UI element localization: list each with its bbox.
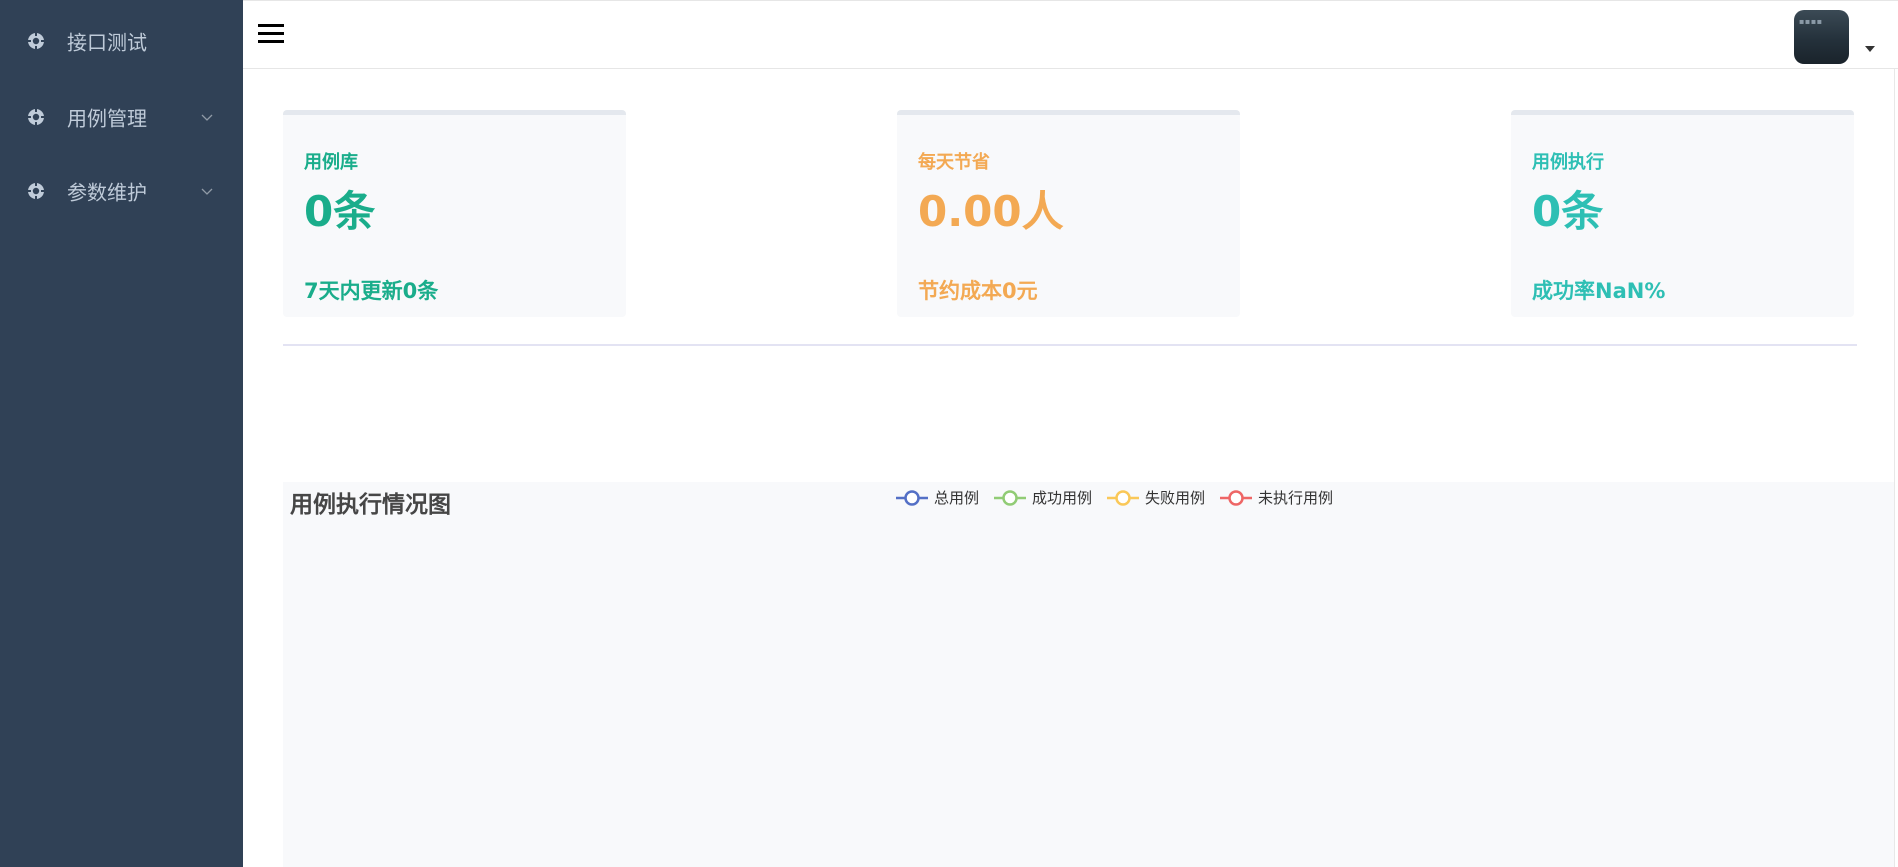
stat-card-case-execution: 用例执行 0条 成功率NaN% xyxy=(1511,110,1854,317)
chart-legend: 总用例 成功用例 失败用例 未执行用例 xyxy=(895,487,1347,508)
sidebar-item-label: 接口测试 xyxy=(67,30,147,55)
sidebar: 接口测试 用例管理 参数维护 xyxy=(0,0,243,867)
legend-item[interactable]: 成功用例 xyxy=(993,487,1092,508)
card-title: 每天节省 xyxy=(918,152,990,173)
legend-label: 失败用例 xyxy=(1145,489,1206,507)
legend-label: 总用例 xyxy=(934,489,980,507)
stat-card-daily-savings: 每天节省 0.00人 节约成本0元 xyxy=(897,110,1240,317)
legend-line-marker-icon xyxy=(1220,489,1253,506)
card-footer: 成功率NaN% xyxy=(1532,279,1666,303)
card-value: 0.00人 xyxy=(918,187,1064,236)
top-navbar: ▪▪▪▪ xyxy=(243,0,1898,69)
card-title: 用例执行 xyxy=(1532,152,1604,173)
sidebar-item-label: 参数维护 xyxy=(67,180,147,205)
card-title: 用例库 xyxy=(304,152,358,173)
sidebar-item-param-maintenance[interactable]: 参数维护 xyxy=(0,163,243,219)
chevron-down-icon xyxy=(201,188,213,195)
sidebar-item-interface-test[interactable]: 接口测试 xyxy=(0,13,243,69)
gear-icon xyxy=(27,182,45,200)
legend-line-marker-icon xyxy=(1107,489,1140,506)
caret-down-icon[interactable] xyxy=(1864,45,1876,53)
hamburger-menu-icon[interactable] xyxy=(256,22,286,46)
avatar-image: ▪▪▪▪ xyxy=(1799,17,1823,26)
legend-item[interactable]: 未执行用例 xyxy=(1219,487,1333,508)
divider xyxy=(283,344,1857,346)
chart-title: 用例执行情况图 xyxy=(290,492,451,518)
page-edge-line xyxy=(1894,69,1895,867)
sidebar-item-case-management[interactable]: 用例管理 xyxy=(0,89,243,145)
legend-line-marker-icon xyxy=(994,489,1027,506)
legend-line-marker-icon xyxy=(896,489,928,506)
card-footer: 节约成本0元 xyxy=(918,279,1038,303)
gear-icon xyxy=(27,108,45,126)
sidebar-item-label: 用例管理 xyxy=(67,106,147,131)
card-value: 0条 xyxy=(1532,187,1604,236)
stat-card-case-library: 用例库 0条 7天内更新0条 xyxy=(283,110,626,317)
legend-label: 成功用例 xyxy=(1032,489,1093,507)
legend-item[interactable]: 总用例 xyxy=(895,487,979,508)
legend-label: 未执行用例 xyxy=(1258,489,1334,507)
card-footer: 7天内更新0条 xyxy=(304,279,439,303)
case-execution-chart: 用例执行情况图 总用例 成功用例 失败用例 未执行用例 xyxy=(283,482,1894,867)
avatar[interactable]: ▪▪▪▪ xyxy=(1794,10,1849,64)
legend-item[interactable]: 失败用例 xyxy=(1106,487,1205,508)
gear-icon xyxy=(27,32,45,50)
chevron-down-icon xyxy=(201,114,213,121)
card-value: 0条 xyxy=(304,187,376,236)
